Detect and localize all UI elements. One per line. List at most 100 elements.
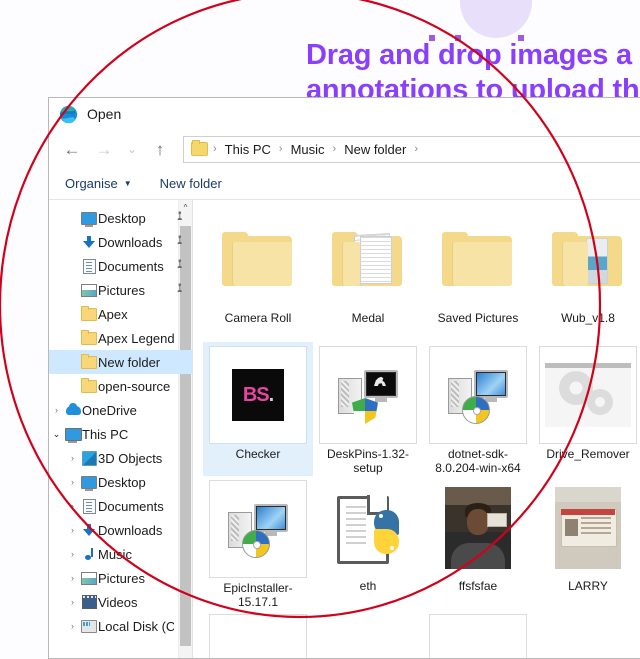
file-grid-item[interactable]: Saved Pictures (423, 208, 533, 342)
installer-icon (226, 500, 290, 558)
new-folder-button[interactable]: New folder (160, 176, 222, 191)
file-thumbnail (430, 480, 526, 576)
up-button[interactable]: ↑ (145, 135, 175, 163)
file-list-pane[interactable]: Camera Roll Medal Saved Pictures Wub_v1.8 BS… (193, 200, 640, 658)
sidebar-item-new-folder[interactable]: New folder (49, 350, 192, 374)
folder-icon (80, 377, 98, 393)
file-grid-item[interactable]: eth (313, 476, 423, 610)
sidebar-item-label: Desktop (98, 474, 146, 490)
file-grid-item[interactable] (203, 610, 313, 658)
address-bar[interactable]: › This PC › Music › New folder › (183, 135, 640, 163)
sidebar-item-pictures[interactable]: Pictures (49, 278, 192, 302)
file-grid-item[interactable]: DeskPins-1.32-setup (313, 342, 423, 476)
sidebar-item-onedrive[interactable]: › OneDrive (49, 398, 192, 422)
file-name-label: Saved Pictures (437, 311, 519, 325)
pin-icon[interactable] (176, 525, 186, 535)
file-grid-item[interactable] (533, 610, 640, 658)
folder-icon (191, 140, 208, 156)
sidebar-item-apex-legends[interactable]: Apex Legends (49, 326, 192, 350)
pin-icon[interactable] (176, 477, 186, 487)
pin-icon[interactable] (174, 259, 188, 273)
file-grid-item[interactable] (313, 610, 423, 658)
breadcrumb-item-this-pc[interactable]: This PC (220, 140, 276, 159)
pin-icon[interactable] (176, 549, 186, 559)
chevron-right-icon[interactable]: › (65, 573, 80, 583)
pin-icon[interactable] (176, 501, 186, 511)
sidebar-item-label: Apex (98, 306, 128, 322)
forward-button[interactable]: → (89, 135, 119, 163)
sidebar-item-label: Videos (98, 594, 138, 610)
chevron-right-icon[interactable]: › (65, 549, 80, 559)
organise-button[interactable]: Organise ▼ (65, 176, 132, 191)
chevron-right-icon[interactable]: › (65, 525, 80, 535)
file-grid-item[interactable]: EpicInstaller-15.17.1 (203, 476, 313, 610)
chevron-down-icon[interactable]: ⌄ (49, 429, 64, 440)
back-button[interactable]: ← (57, 135, 87, 163)
pin-icon[interactable] (176, 333, 186, 343)
file-name-label: EpicInstaller-15.17.1 (223, 581, 293, 609)
pin-icon[interactable] (176, 621, 186, 631)
sidebar-item-documents[interactable]: Documents (49, 254, 192, 278)
pin-icon[interactable] (174, 235, 188, 249)
file-open-dialog: Open ← → ⌄ ↑ › This PC › Music › New fol… (48, 97, 640, 659)
breadcrumb-item-new-folder[interactable]: New folder (339, 140, 411, 159)
sidebar-item-label: Local Disk (C:) (98, 618, 174, 634)
recent-locations-button[interactable]: ⌄ (121, 135, 143, 163)
chevron-right-icon[interactable]: › (65, 453, 80, 463)
sidebar-item-music[interactable]: › Music (49, 542, 192, 566)
file-name-label: Checker (235, 447, 281, 461)
pin-icon[interactable] (176, 597, 186, 607)
pin-icon[interactable] (176, 453, 186, 463)
sidebar-item-videos[interactable]: › Videos (49, 590, 192, 614)
sidebar-item-label: Apex Legends (98, 330, 174, 346)
file-grid-item[interactable]: ffsfsfae (423, 476, 533, 610)
folder-icon (222, 232, 294, 288)
chevron-right-icon[interactable]: › (65, 477, 80, 487)
pin-icon[interactable] (176, 381, 186, 391)
file-grid-item[interactable]: Wub_v1.8 (533, 208, 640, 342)
file-grid-item[interactable]: BS. Checker (203, 342, 313, 476)
pictures-icon (80, 571, 98, 585)
chevron-right-icon[interactable]: › (65, 501, 80, 511)
sidebar-item-desktop[interactable]: › Desktop (49, 470, 192, 494)
sidebar-item-downloads[interactable]: Downloads (49, 230, 192, 254)
chevron-right-icon[interactable]: › (65, 621, 80, 631)
file-thumbnail (210, 212, 306, 308)
file-grid-item[interactable] (423, 610, 533, 658)
sidebar-item-label: Downloads (98, 522, 163, 538)
pin-icon[interactable] (176, 309, 186, 319)
sidebar-item-desktop[interactable]: Desktop (49, 206, 192, 230)
sidebar-item-open-source[interactable]: open-source (49, 374, 192, 398)
computer-icon (64, 427, 82, 443)
sidebar-item-apex[interactable]: Apex (49, 302, 192, 326)
pin-icon[interactable] (176, 573, 186, 583)
breadcrumb-item-music[interactable]: Music (286, 140, 330, 159)
file-thumbnail (540, 480, 636, 576)
chevron-down-icon: ⌄ (126, 142, 138, 156)
pin-icon[interactable] (174, 211, 188, 225)
new-folder-label: New folder (159, 176, 222, 191)
file-grid-item[interactable]: dotnet-sdk-8.0.204-win-x64 (423, 342, 533, 476)
pin-icon[interactable] (176, 405, 186, 415)
sidebar-item-downloads[interactable]: › Downloads (49, 518, 192, 542)
dialog-titlebar: Open (49, 98, 640, 130)
sidebar-item-pictures[interactable]: › Pictures (49, 566, 192, 590)
file-thumbnail (209, 480, 307, 578)
chevron-right-icon[interactable]: › (65, 597, 80, 607)
file-grid: Camera Roll Medal Saved Pictures Wub_v1.8 BS… (203, 208, 640, 658)
pin-icon[interactable] (174, 283, 188, 297)
sidebar-item-3d-objects[interactable]: › 3D Objects (49, 446, 192, 470)
file-grid-item[interactable]: Drive_Remover (533, 342, 640, 476)
pin-icon[interactable] (176, 429, 186, 439)
sidebar-item-this-pc[interactable]: ⌄ This PC (49, 422, 192, 446)
sidebar-item-label: OneDrive (82, 402, 137, 418)
file-grid-item[interactable]: Medal (313, 208, 423, 342)
chevron-right-icon[interactable]: › (49, 405, 64, 415)
file-grid-item[interactable]: Camera Roll (203, 208, 313, 342)
file-grid-item[interactable]: LARRY (533, 476, 640, 610)
pin-icon[interactable] (176, 357, 186, 367)
sidebar-item-local-disk-c[interactable]: › Local Disk (C:) (49, 614, 192, 638)
caret-down-icon: ▼ (123, 179, 132, 188)
sidebar-item-documents[interactable]: › Documents (49, 494, 192, 518)
breadcrumb-separator: › (332, 143, 337, 155)
